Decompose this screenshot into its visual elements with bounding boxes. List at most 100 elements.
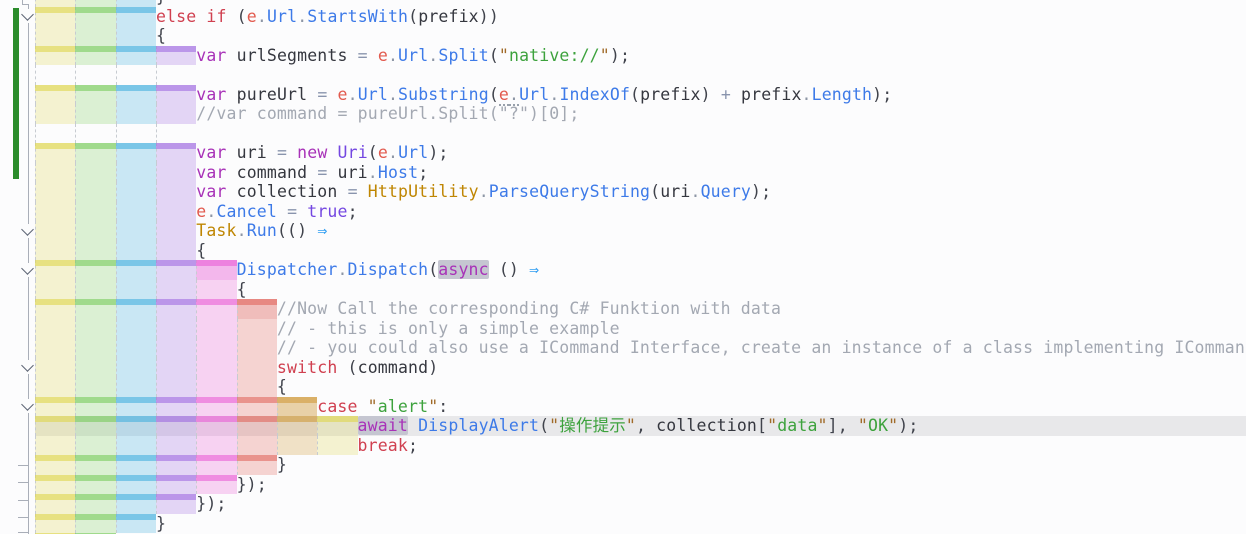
token-declaration: var (196, 85, 226, 104)
token-w (848, 416, 858, 435)
token-dot: . (479, 182, 489, 201)
token-string_quote: " (368, 397, 378, 416)
token-declaration: var (196, 143, 226, 162)
token-declaration: new (297, 143, 327, 162)
token-identifier: collection (656, 416, 757, 435)
token-string_quote: " (428, 397, 438, 416)
token-member: IndexOf (559, 85, 630, 104)
chevron-down-icon[interactable] (21, 8, 34, 21)
token-w (646, 416, 656, 435)
token-dot: . (337, 260, 347, 279)
token-w (307, 221, 317, 240)
token-member: Url (519, 85, 549, 104)
indent-band (277, 416, 317, 422)
token-keyword: else (156, 7, 196, 26)
indent-guide-block (196, 280, 236, 300)
token-string_quote: " (858, 416, 868, 435)
indent-guide-block (75, 124, 115, 144)
code-line: var collection = HttpUtility.ParseQueryS… (0, 182, 1246, 202)
indent-guide-block (35, 377, 75, 397)
code-line: else if (e.Url.StartsWith(prefix)) (0, 7, 1246, 27)
code-text: switch (command) (277, 358, 438, 378)
token-punctuation: ; (348, 202, 358, 221)
token-keyword: case (317, 397, 357, 416)
indent-guide-block (156, 280, 196, 300)
fold-chevron-box[interactable] (20, 399, 35, 413)
outline-corner (22, 0, 29, 5)
token-member: Dispatcher (237, 260, 338, 279)
code-line: case "alert": (0, 397, 1246, 417)
chevron-down-icon[interactable] (21, 398, 34, 411)
token-punctuation: , (636, 416, 646, 435)
indent-guide-block (237, 358, 277, 378)
token-w (307, 163, 317, 182)
chevron-down-icon[interactable] (21, 223, 34, 236)
indent-band (156, 416, 196, 422)
indent-band (156, 299, 196, 305)
token-punctuation: } (156, 514, 166, 533)
fold-chevron-box[interactable] (20, 360, 35, 374)
token-punctuation: { (237, 280, 247, 299)
indent-band (156, 143, 196, 149)
code-line: // - this is only a simple example (0, 319, 1246, 339)
indent-band (116, 475, 156, 481)
outline-corner (18, 465, 28, 466)
token-string_quote: " (818, 416, 828, 435)
fold-chevron-box[interactable] (20, 9, 35, 23)
fold-chevron-box[interactable] (20, 263, 35, 277)
indent-band (156, 46, 196, 52)
token-punctuation: ( (630, 85, 640, 104)
indent-guide-block (156, 163, 196, 183)
token-string_quote: " (499, 46, 509, 65)
token-operator: = (317, 163, 327, 182)
token-operator: = (348, 182, 358, 201)
token-w (731, 85, 741, 104)
indent-guide-block (116, 65, 156, 85)
token-member: Url (398, 46, 428, 65)
indent-guide-block (35, 124, 75, 144)
token-punctuation: { (277, 377, 287, 396)
indent-guide-block (156, 124, 196, 144)
token-w (227, 143, 237, 162)
indent-guide-block (75, 26, 115, 46)
indent-guide-block (75, 202, 115, 222)
code-editor[interactable]: }else if (e.Url.StartsWith(prefix)){var … (0, 0, 1246, 534)
token-declaration: var (196, 163, 226, 182)
token-punctuation: { (196, 241, 206, 260)
code-text: var command = uri.Host; (196, 163, 428, 183)
token-punctuation: ( (348, 358, 358, 377)
indent-guide-block (35, 280, 75, 300)
indent-band (35, 143, 75, 149)
token-w (277, 202, 287, 221)
indent-band (196, 455, 236, 461)
fold-chevron-box[interactable] (20, 224, 35, 238)
token-operator: = (317, 85, 327, 104)
chevron-down-icon[interactable] (21, 359, 34, 372)
token-member: Split (438, 46, 488, 65)
token-keyword: if (206, 7, 226, 26)
code-text: break; (358, 436, 419, 456)
code-line: } (0, 455, 1246, 475)
token-punctuation: : (438, 397, 448, 416)
token-punctuation: }); (196, 494, 226, 513)
token-operator: = (277, 143, 287, 162)
token-punctuation: ); (610, 46, 630, 65)
code-line: var pureUrl = e.Url.Substring(e.Url.Inde… (0, 85, 1246, 105)
code-text: //Now Call the corresponding C# Funktion… (277, 299, 781, 319)
indent-band (156, 397, 196, 403)
indent-guide-block (116, 377, 156, 397)
indent-band (196, 299, 236, 305)
token-w (287, 143, 297, 162)
indent-guide-block (35, 319, 75, 339)
indent-guide-block (196, 358, 236, 378)
token-dot: . (549, 85, 559, 104)
token-member: StartsWith (307, 7, 408, 26)
indent-band (75, 475, 115, 481)
code-line: } (0, 514, 1246, 534)
code-text: { (156, 26, 166, 46)
chevron-down-icon[interactable] (21, 262, 34, 275)
token-dot: . (388, 46, 398, 65)
indent-guide-block (35, 241, 75, 261)
code-text: var pureUrl = e.Url.Substring(e.Url.Inde… (196, 85, 892, 105)
code-line: }); (0, 494, 1246, 514)
